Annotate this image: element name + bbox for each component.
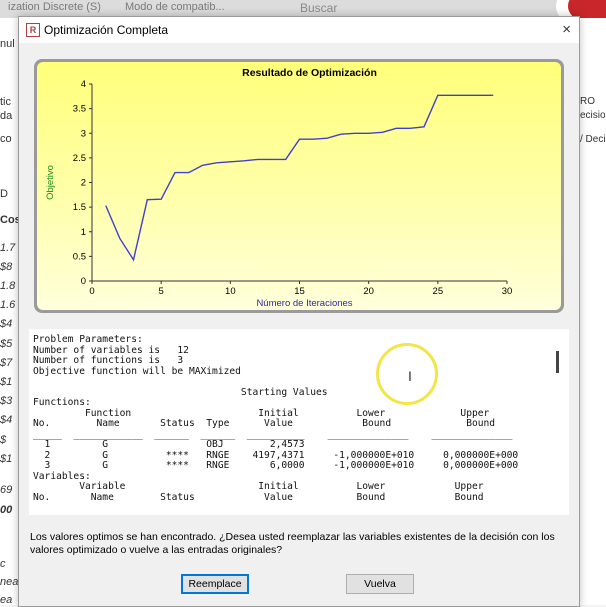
y-tick-label: 1 [81,227,86,238]
bg-left-cell: 1.8 [0,280,16,292]
background-search[interactable]: Buscar [300,1,337,15]
bg-left-text: nea [0,576,18,588]
bg-left-cell: $3 [0,395,13,407]
x-tick-label: 20 [363,286,374,297]
x-axis-label: Número de Iteraciones [256,298,352,309]
bg-left-text: ea [0,594,13,605]
text-cursor-icon: I [408,368,412,384]
bg-left-text: nul [0,38,15,50]
y-tick-label: 3 [81,128,86,139]
objective-series-line [105,94,494,262]
bg-left-cell: $4 [0,318,13,330]
app-icon: R [26,23,40,37]
bg-left-cell: 1.7 [0,242,16,254]
bg-left-text: co [0,133,12,145]
bg-left-text: c [0,558,6,570]
bg-left-cell: $7 [0,357,13,369]
bg-left-cell: $5 [0,338,13,350]
y-tick-label: 0 [81,276,86,287]
optimization-chart: Resultado de Optimización 0 0.5 1 1.5 2 2.5 3 3.… [45,67,513,309]
bg-left-cell: $8 [0,261,13,273]
background-right-strip: RO ecisio / Deci [578,18,606,605]
x-tick-label: 0 [89,286,94,297]
chart-title: Resultado de Optimización [242,67,377,79]
y-tick-label: 3.5 [73,104,86,115]
chart-panel: Resultado de Optimización 0 0.5 1 1.5 2 2.5 3 3.… [34,59,564,313]
y-axis-label: Objetivo [45,165,56,200]
x-tick-label: 25 [433,286,444,297]
y-tick-label: 4 [81,79,86,90]
bg-left-text: Cos [0,214,18,226]
bg-left-text: D [0,188,8,200]
y-tick-label: 1.5 [73,202,86,213]
bg-right-text: / Deci [580,134,606,145]
bg-left-cell: 69 [0,484,13,496]
close-icon[interactable]: × [562,21,571,38]
scrollbar-thumb[interactable] [556,351,559,373]
bg-left-cell: $1 [0,376,13,388]
y-tick-label: 0.5 [73,251,86,262]
bg-left-text: tic [0,96,11,108]
bg-left-cell: $4 [0,414,13,426]
bg-left-cell: 1.6 [0,299,16,311]
cursor-highlight [376,343,438,405]
bg-left-text: da [0,110,13,122]
dialog-titlebar: R Optimización Completa × [19,17,579,43]
background-title-2: Modo de compatib... [125,1,225,13]
dialog-title: Optimización Completa [44,23,169,37]
chart-area: Resultado de Optimización 0 0.5 1 1.5 2 2.5 3 3.… [37,62,561,310]
x-tick-label: 15 [294,286,305,297]
confirmation-message: Los valores optimos se han encontrado. ¿… [30,531,555,556]
x-tick-label: 30 [502,286,513,297]
x-tick-label: 5 [159,286,164,297]
bg-right-text: RO [580,96,595,107]
bg-right-text: ecisio [580,110,606,121]
revert-button[interactable]: Vuelva [346,574,414,594]
background-title-1: ization Discrete (S) [8,1,101,13]
report-panel[interactable]: Problem Parameters: Number of variables … [29,329,569,515]
replace-button[interactable]: Reemplace [181,574,249,594]
bg-left-cell: $1 [0,453,13,465]
y-tick-label: 2 [81,178,86,189]
bg-left-cell: $ [0,434,7,446]
bg-left-cell: 00 [0,504,13,516]
background-left-strip: nul tic da co D Cos 1.7 $8 1.8 1.6 $4 $5… [0,18,18,605]
report-text: Problem Parameters: Number of variables … [33,334,519,503]
optimization-dialog: R Optimización Completa × Resultado de O… [18,16,580,607]
x-tick-label: 10 [225,286,236,297]
y-tick-label: 2.5 [73,153,86,164]
